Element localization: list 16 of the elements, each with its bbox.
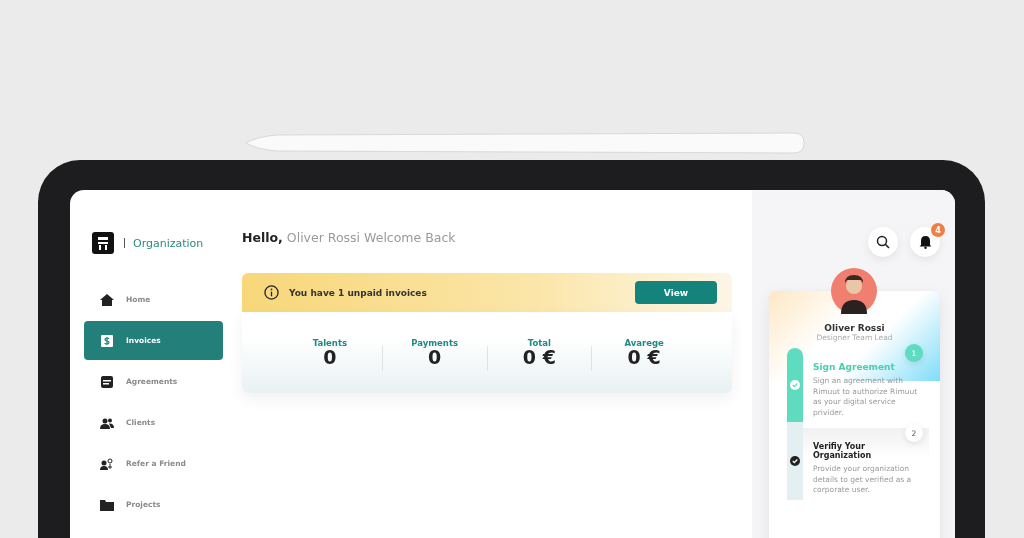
notification-badge: 4	[931, 223, 945, 237]
stat-value: 0 €	[522, 348, 556, 367]
stat-value: 0	[428, 348, 442, 367]
stat-value: 0 €	[627, 348, 661, 367]
stat-label: Payments	[411, 338, 459, 348]
profile-name: Oliver Rossi	[823, 323, 886, 333]
brand-label: Organization	[133, 236, 204, 250]
stat-value: 0	[323, 348, 337, 367]
stat-label: Talents	[312, 338, 347, 348]
step-title: Verifiy Your Organization	[813, 442, 873, 460]
view-button[interactable]: View	[635, 281, 717, 304]
alert-message: You have 1 unpaid invoices	[289, 287, 428, 298]
stat-label: Avarege	[624, 338, 664, 348]
stat-label: Total	[527, 338, 551, 348]
welcome-heading: Hello, Oliver Rossi Welcome Back	[242, 230, 457, 245]
step-title: Sign Agreement	[813, 362, 896, 372]
